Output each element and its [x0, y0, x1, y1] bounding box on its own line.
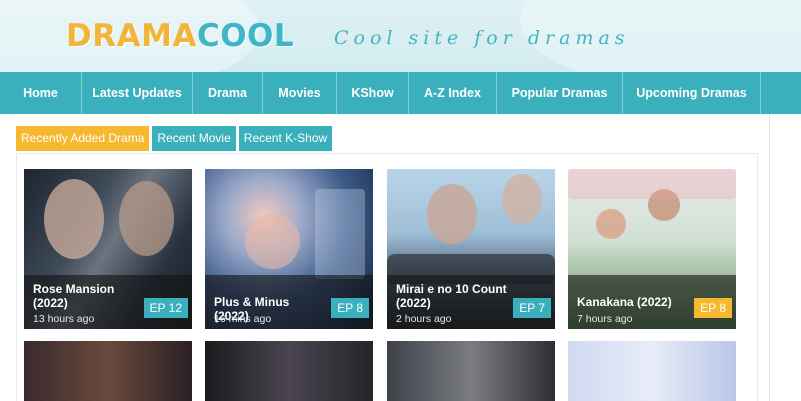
drama-card[interactable]: Mirai e no 10 Count (2022) 2 hours ago E… — [387, 169, 555, 329]
drama-card[interactable]: Plus & Minus (2022) 16 mins ago EP 8 — [205, 169, 373, 329]
content-tabs: Recently Added Drama Recent Movie Recent… — [16, 126, 333, 151]
drama-title[interactable]: Kanakana (2022) — [577, 295, 689, 309]
drama-card-partial[interactable] — [205, 341, 373, 401]
episode-badge: EP 8 — [331, 298, 369, 318]
main-nav: Home Latest Updates Drama Movies KShow A… — [0, 72, 801, 114]
tab-recent-kshow[interactable]: Recent K-Show — [238, 126, 333, 151]
episode-badge: EP 12 — [143, 298, 188, 318]
nav-upcoming-dramas[interactable]: Upcoming Dramas — [623, 72, 761, 114]
logo-text-drama: DRAMA — [66, 18, 197, 54]
drama-card[interactable]: Rose Mansion (2022) 13 hours ago EP 12 — [24, 169, 192, 329]
site-header: DRAMA COOL Cool site for dramas — [0, 0, 801, 72]
drama-card-partial[interactable] — [24, 341, 192, 401]
drama-card[interactable]: Kanakana (2022) 7 hours ago EP 8 — [568, 169, 736, 329]
drama-updated-time: 13 hours ago — [33, 313, 95, 325]
site-logo[interactable]: DRAMA COOL — [66, 16, 294, 56]
nav-popular-dramas[interactable]: Popular Dramas — [497, 72, 623, 114]
drama-title[interactable]: Rose Mansion (2022) — [33, 282, 145, 310]
tab-recent-movie[interactable]: Recent Movie — [152, 126, 236, 151]
nav-movies[interactable]: Movies — [263, 72, 337, 114]
nav-drama[interactable]: Drama — [193, 72, 263, 114]
nav-az-index[interactable]: A-Z Index — [409, 72, 497, 114]
drama-card-partial[interactable] — [387, 341, 555, 401]
nav-kshow[interactable]: KShow — [337, 72, 409, 114]
drama-card-partial[interactable] — [568, 341, 736, 401]
episode-badge: EP 8 — [694, 298, 732, 318]
nav-home[interactable]: Home — [0, 72, 82, 114]
drama-updated-time: 16 mins ago — [214, 313, 272, 325]
drama-updated-time: 7 hours ago — [577, 313, 633, 325]
drama-title[interactable]: Mirai e no 10 Count (2022) — [396, 282, 508, 310]
tab-recently-added-drama[interactable]: Recently Added Drama — [16, 126, 150, 151]
drama-updated-time: 2 hours ago — [396, 313, 452, 325]
nav-latest-updates[interactable]: Latest Updates — [82, 72, 193, 114]
logo-text-cool: COOL — [196, 18, 295, 54]
episode-badge: EP 7 — [513, 298, 551, 318]
site-tagline: Cool site for dramas — [334, 27, 630, 49]
